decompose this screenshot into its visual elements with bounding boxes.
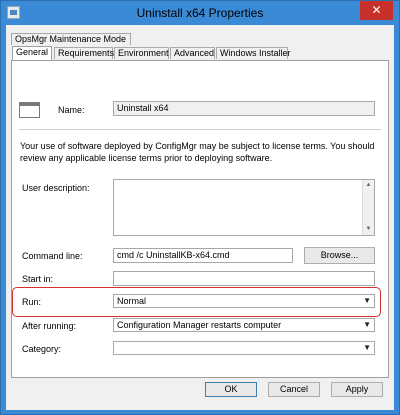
start-in-label: Start in:: [22, 274, 54, 284]
license-terms-text: Your use of software deployed by ConfigM…: [20, 141, 375, 163]
program-icon: [19, 102, 40, 118]
properties-window: Uninstall x64 Properties ✕ OpsMgr Mainte…: [0, 0, 400, 415]
title-bar[interactable]: Uninstall x64 Properties ✕: [1, 1, 399, 25]
tab-environment[interactable]: Environment: [114, 47, 169, 59]
apply-button[interactable]: Apply: [331, 382, 383, 397]
user-description-input[interactable]: ▲ ▼: [113, 179, 375, 236]
chevron-down-icon: ▼: [363, 343, 371, 352]
scroll-up-icon[interactable]: ▲: [364, 181, 373, 190]
name-field: Uninstall x64: [113, 101, 375, 116]
name-label: Name:: [58, 105, 85, 115]
after-running-selected-value: Configuration Manager restarts computer: [117, 320, 282, 330]
separator: [19, 129, 381, 130]
after-running-select[interactable]: Configuration Manager restarts computer …: [113, 318, 375, 332]
cancel-button[interactable]: Cancel: [268, 382, 320, 397]
tab-row-bottom: General Requirements Environment Advance…: [11, 46, 391, 60]
tab-row-top: OpsMgr Maintenance Mode: [11, 33, 211, 46]
highlight-annotation: [12, 287, 381, 317]
tab-requirements[interactable]: Requirements: [54, 47, 114, 59]
command-line-label: Command line:: [22, 251, 83, 261]
chevron-down-icon: ▼: [363, 320, 371, 329]
dialog-client-area: OpsMgr Maintenance Mode General Requirem…: [6, 25, 394, 410]
tab-opsmgr-maintenance-mode[interactable]: OpsMgr Maintenance Mode: [11, 33, 131, 45]
window-title: Uninstall x64 Properties: [136, 6, 264, 20]
after-running-label: After running:: [22, 321, 77, 331]
user-description-label: User description:: [22, 183, 90, 193]
start-in-input[interactable]: [113, 271, 375, 286]
close-icon[interactable]: ✕: [360, 1, 393, 20]
general-tab-panel: Name: Uninstall x64 Your use of software…: [11, 60, 389, 378]
tab-windows-installer[interactable]: Windows Installer: [216, 47, 291, 59]
tab-general[interactable]: General: [12, 46, 52, 60]
scroll-down-icon[interactable]: ▼: [364, 225, 373, 234]
tab-advanced[interactable]: Advanced: [170, 47, 215, 59]
browse-button[interactable]: Browse...: [304, 247, 375, 264]
ok-button[interactable]: OK: [205, 382, 257, 397]
category-label: Category:: [22, 344, 62, 354]
category-select[interactable]: ▼: [113, 341, 375, 355]
command-line-input[interactable]: cmd /c UninstallKB-x64.cmd: [113, 248, 293, 263]
description-scrollbar[interactable]: ▲ ▼: [362, 180, 374, 235]
